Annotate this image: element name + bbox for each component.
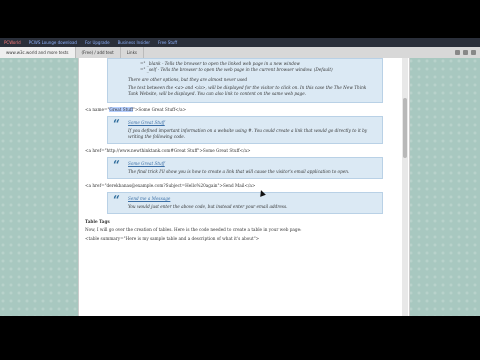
bookmark-item[interactable]: PCWorld <box>4 40 21 45</box>
bookmark-item[interactable]: For Upgrade <box>85 40 110 45</box>
close-icon[interactable] <box>471 50 476 55</box>
target-options-box: =" _blank - Tells the browser to open th… <box>107 58 383 103</box>
tab-third[interactable]: Links <box>121 47 144 58</box>
option-self: =" _self - Tells the browser to open the… <box>140 67 333 72</box>
screen: PCWorld PCWS Lounge download For Upgrade… <box>0 0 480 360</box>
href-code: <a href="http://www.newthinktank.com#Gre… <box>85 148 251 153</box>
code-text: ">Some Great Stuff</a> <box>132 107 187 112</box>
page-scrollbar[interactable] <box>402 58 408 316</box>
bookmark-item[interactable]: PCWS Lounge download <box>29 40 77 45</box>
tab-second[interactable]: (Free) / add text <box>76 47 121 58</box>
code-text: <a name=" <box>85 107 110 112</box>
scrollbar-thumb[interactable] <box>403 98 407 158</box>
window-controls <box>455 50 480 55</box>
tab-main[interactable]: www.w3c.world and more tests <box>0 47 76 58</box>
table-tags-heading: Table Tags <box>85 219 110 224</box>
example-box-2: “ Some Great Stuff The final trick I'll … <box>107 157 383 179</box>
table-code: <table summary="Here is my sample table … <box>85 236 260 241</box>
web-page: =" _blank - Tells the browser to open th… <box>78 58 410 316</box>
quote-icon: “ <box>113 158 120 172</box>
bookmark-item[interactable]: Business Insider <box>118 40 150 45</box>
highlighted-text: Great Stuff <box>109 107 133 112</box>
anchor-code: <a name="Great Stuff">Some Great Stuff</… <box>85 107 403 113</box>
text-between-para: The text between the <a> and </a>, will … <box>128 85 367 96</box>
example-box-3: “ Send me a Message You would just enter… <box>107 192 383 214</box>
box2-text: The final trick I'll show you is how to … <box>128 169 350 174</box>
box3-text: You would just enter the above code, but… <box>128 204 288 209</box>
other-options-text: There are other options, but they are al… <box>128 77 248 82</box>
article-content: =" _blank - Tells the browser to open th… <box>85 58 403 245</box>
example-box-1: “ Some Great Stuff If you defined import… <box>107 116 383 144</box>
bookmark-item[interactable]: Free Stuff <box>158 40 177 45</box>
send-message-link[interactable]: Send me a Message <box>128 196 376 202</box>
bookmarks-bar: PCWorld PCWS Lounge download For Upgrade… <box>0 38 480 47</box>
mail-code: <a href="derekbanas@example.com?Subject=… <box>85 183 256 188</box>
some-great-stuff-link[interactable]: Some Great Stuff <box>128 120 376 126</box>
quote-icon: “ <box>113 193 120 207</box>
minimize-icon[interactable] <box>455 50 460 55</box>
maximize-icon[interactable] <box>463 50 468 55</box>
quote-icon: “ <box>113 117 120 131</box>
table-intro-para: Now, I will go over the creation of tabl… <box>85 227 302 232</box>
box1-text: If you defined important information on … <box>128 128 368 139</box>
some-great-stuff-link-2[interactable]: Some Great Stuff <box>128 161 376 167</box>
